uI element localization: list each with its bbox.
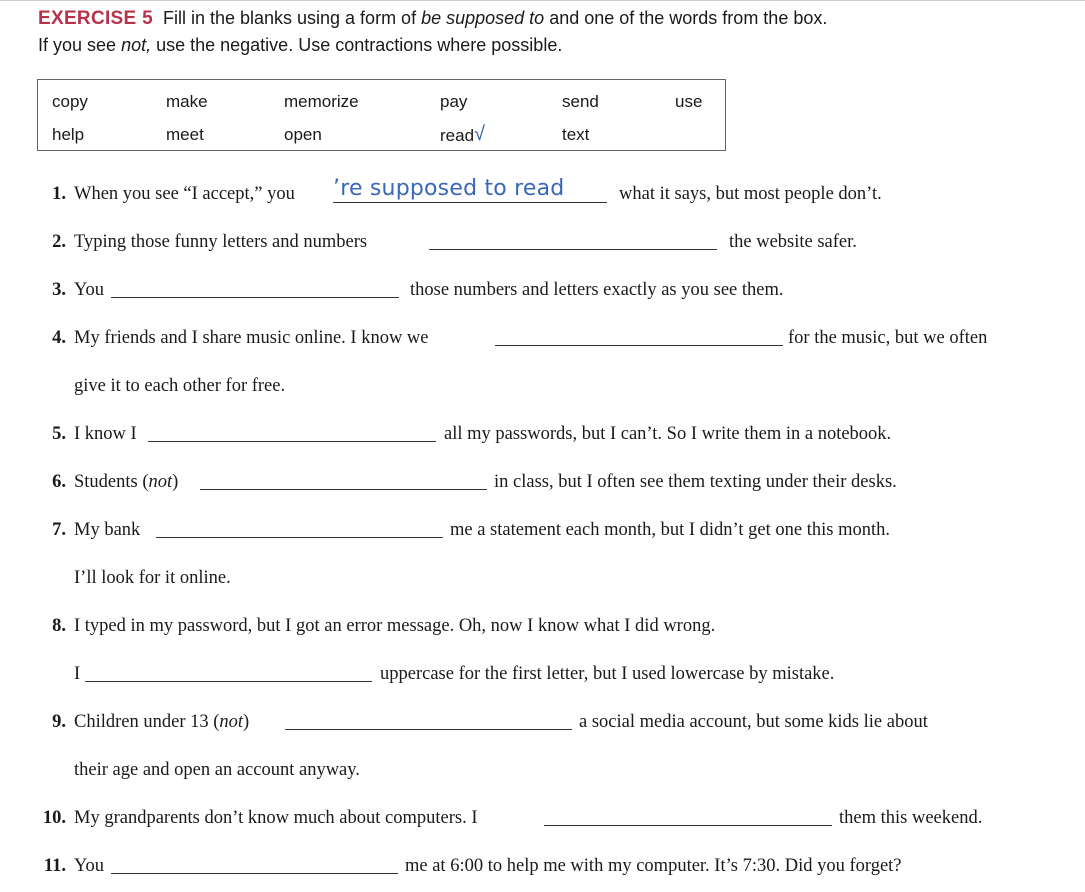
word-read: read√ <box>440 123 486 146</box>
item-number: 10. <box>42 808 66 828</box>
item-continuation: their age and open an account anyway. <box>74 760 360 780</box>
top-rule <box>0 0 1085 1</box>
word-read-label: read <box>440 126 475 145</box>
item-text-end: me at 6:00 to help me with my computer. … <box>405 856 902 876</box>
instruction2-text: If you see <box>38 35 122 55</box>
item-text-close: ) <box>243 712 250 732</box>
word-text: text <box>562 125 590 144</box>
item-number: 9. <box>52 712 66 732</box>
item-number: 1. <box>52 184 66 204</box>
item-text: Students (not) <box>74 471 178 493</box>
word-use: use <box>675 92 703 111</box>
item-text-end: in class, but I often see them texting u… <box>494 472 897 492</box>
item-text-end: a social media account, but some kids li… <box>579 712 928 732</box>
answer-blank[interactable] <box>200 489 487 490</box>
item-number: 4. <box>52 328 66 348</box>
item-text-end: me a statement each month, but I didn’t … <box>450 520 890 540</box>
item-number: 5. <box>52 424 66 444</box>
word-box: copy make memorize pay send use help mee… <box>37 79 726 151</box>
item-text: You <box>74 856 105 876</box>
item-number: 6. <box>52 472 66 492</box>
answer-blank[interactable] <box>285 729 572 730</box>
item-number: 3. <box>52 280 66 300</box>
word-pay: pay <box>440 92 468 111</box>
item-number: 7. <box>52 520 66 540</box>
answer-blank[interactable] <box>495 345 783 346</box>
item-number: 11. <box>43 856 66 876</box>
word-make: make <box>166 92 208 111</box>
item-continuation: I’ll look for it online. <box>74 568 231 588</box>
item-text-close: ) <box>172 472 179 492</box>
instruction-line-2: If you see not, use the negative. Use co… <box>38 32 827 58</box>
item-text-end: uppercase for the first letter, but I us… <box>380 664 835 684</box>
instruction-italic: be supposed to <box>421 8 545 28</box>
answer-blank[interactable] <box>85 681 372 682</box>
item-text-italic: not <box>148 472 173 492</box>
handwritten-answer: ’re supposed to read <box>333 176 565 201</box>
answer-blank[interactable] <box>111 297 399 298</box>
word-send: send <box>562 92 599 111</box>
instruction2-text-end: use the negative. Use contractions where… <box>151 35 563 55</box>
answer-blank[interactable] <box>333 202 607 203</box>
item-text-end: all my passwords, but I can’t. So I writ… <box>444 424 892 444</box>
instruction2-italic: not, <box>121 35 152 55</box>
instruction-line-1: EXERCISE 5 Fill in the blanks using a fo… <box>38 5 827 32</box>
instruction-text-end: and one of the words from the box. <box>544 8 828 28</box>
item-text-end: for the music, but we often <box>788 328 988 348</box>
item-text-end: them this weekend. <box>839 808 983 828</box>
item-number: 8. <box>52 616 66 636</box>
item-text: I know I <box>74 424 137 444</box>
item-text: Typing those funny letters and numbers <box>74 232 368 252</box>
item-text-part: Students ( <box>74 472 149 492</box>
exercise-header: EXERCISE 5 Fill in the blanks using a fo… <box>38 5 827 58</box>
answer-blank[interactable] <box>544 825 832 826</box>
item-continuation: I <box>74 664 81 684</box>
answer-blank[interactable] <box>156 537 443 538</box>
word-open: open <box>284 125 322 144</box>
item-text-end: the website safer. <box>729 232 857 252</box>
item-text: I typed in my password, but I got an err… <box>74 616 716 636</box>
item-text: You <box>74 280 105 300</box>
answer-blank[interactable] <box>429 249 717 250</box>
item-text: When you see “I accept,” you <box>74 184 295 204</box>
item-text: Children under 13 (not) <box>74 711 249 733</box>
item-number: 2. <box>52 232 66 252</box>
item-text-end: what it says, but most people don’t. <box>619 184 882 204</box>
word-help: help <box>52 125 85 144</box>
item-text: My bank <box>74 520 141 540</box>
item-text: My friends and I share music online. I k… <box>74 328 429 348</box>
item-text-italic: not <box>219 712 244 732</box>
word-meet: meet <box>166 125 204 144</box>
item-text: My grandparents don’t know much about co… <box>74 808 478 828</box>
exercise-label: EXERCISE 5 <box>38 8 153 29</box>
item-text-end: those numbers and letters exactly as you… <box>410 280 784 300</box>
item-text-part: Children under 13 ( <box>74 712 220 732</box>
word-memorize: memorize <box>284 92 359 111</box>
word-copy: copy <box>52 92 88 111</box>
answer-blank[interactable] <box>148 441 436 442</box>
instruction-text: Fill in the blanks using a form of <box>162 8 422 28</box>
checkmark-icon: √ <box>474 123 486 145</box>
answer-blank[interactable] <box>111 873 398 874</box>
item-continuation: give it to each other for free. <box>74 376 286 396</box>
